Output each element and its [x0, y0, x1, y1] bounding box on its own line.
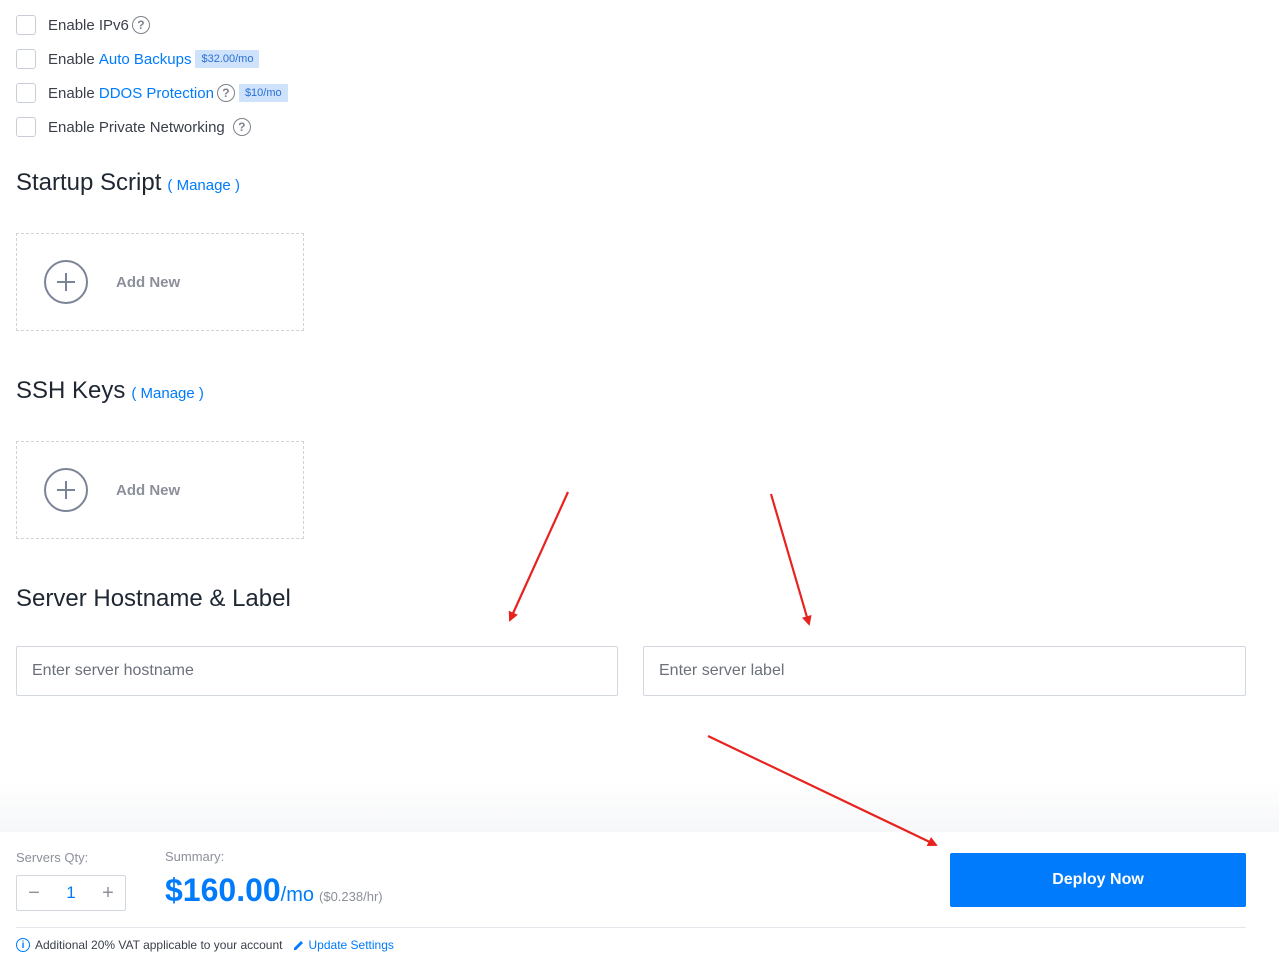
option-private-networking[interactable]: Enable Private Networking ?: [16, 116, 251, 138]
auto-backups-checkbox[interactable]: [16, 49, 36, 69]
auto-backups-prefix: Enable: [48, 50, 95, 68]
help-icon[interactable]: ?: [232, 118, 251, 136]
annotation-arrow: [769, 493, 812, 626]
plus-circle-icon: [44, 260, 88, 304]
help-icon[interactable]: ?: [131, 16, 150, 34]
server-hostname-title: Server Hostname & Label: [16, 585, 291, 612]
server-hostname-input[interactable]: [16, 646, 618, 696]
ddos-checkbox[interactable]: [16, 83, 36, 103]
ssh-keys-heading: SSH Keys ( Manage ): [16, 377, 204, 405]
vat-note-text: Additional 20% VAT applicable to your ac…: [35, 938, 283, 952]
startup-script-add-new[interactable]: Add New: [16, 233, 304, 331]
server-label-input[interactable]: [643, 646, 1246, 696]
ssh-keys-manage-link[interactable]: ( Manage ): [131, 385, 204, 402]
qty-decrement-button[interactable]: −: [27, 882, 41, 905]
ssh-keys-add-new[interactable]: Add New: [16, 441, 304, 539]
plus-circle-icon: [44, 468, 88, 512]
qty-value: 1: [66, 883, 76, 902]
hourly-price: ($0.238/hr): [319, 889, 383, 904]
quantity-stepper[interactable]: − 1 +: [16, 875, 126, 911]
ddos-link[interactable]: DDOS Protection: [99, 85, 214, 102]
price-period: /mo: [280, 884, 315, 906]
price-amount: $160.00: [165, 872, 281, 908]
annotation-arrow: [508, 491, 570, 622]
ipv6-checkbox[interactable]: [16, 15, 36, 35]
auto-backups-link[interactable]: Auto Backups: [99, 51, 192, 68]
ddos-prefix: Enable: [48, 84, 95, 102]
pencil-icon: [293, 941, 303, 950]
servers-qty-label: Servers Qty:: [16, 850, 89, 865]
option-auto-backups[interactable]: Enable Auto Backups $32.00/mo: [16, 48, 260, 70]
startup-script-title: Startup Script: [16, 169, 162, 196]
private-networking-label: Enable Private Networking: [48, 118, 225, 136]
server-hostname-heading: Server Hostname & Label: [16, 585, 291, 613]
summary-label: Summary:: [165, 849, 225, 864]
price-summary: $160.00 /mo ($0.238/hr): [165, 872, 383, 909]
footer-fade: [0, 780, 1279, 832]
auto-backups-price-badge: $32.00/mo: [195, 50, 260, 68]
add-new-label: Add New: [116, 481, 181, 499]
option-ddos[interactable]: Enable DDOS Protection ? $10/mo: [16, 82, 288, 104]
vat-notice: i Additional 20% VAT applicable to your …: [16, 938, 394, 952]
add-new-label: Add New: [116, 273, 181, 291]
help-icon[interactable]: ?: [216, 84, 235, 102]
ddos-price-badge: $10/mo: [238, 84, 288, 102]
ssh-keys-title: SSH Keys: [16, 377, 126, 404]
option-ipv6[interactable]: Enable IPv6 ?: [16, 14, 150, 36]
startup-script-manage-link[interactable]: ( Manage ): [167, 177, 240, 194]
update-settings-label: Update Settings: [308, 938, 394, 952]
footer-divider: [16, 927, 1246, 928]
info-icon: i: [16, 938, 30, 952]
deploy-now-button[interactable]: Deploy Now: [950, 853, 1246, 907]
startup-script-heading: Startup Script ( Manage ): [16, 169, 240, 197]
private-networking-checkbox[interactable]: [16, 117, 36, 137]
ipv6-label: Enable IPv6: [48, 16, 129, 34]
qty-increment-button[interactable]: +: [101, 882, 115, 905]
update-settings-link[interactable]: Update Settings: [293, 938, 394, 952]
